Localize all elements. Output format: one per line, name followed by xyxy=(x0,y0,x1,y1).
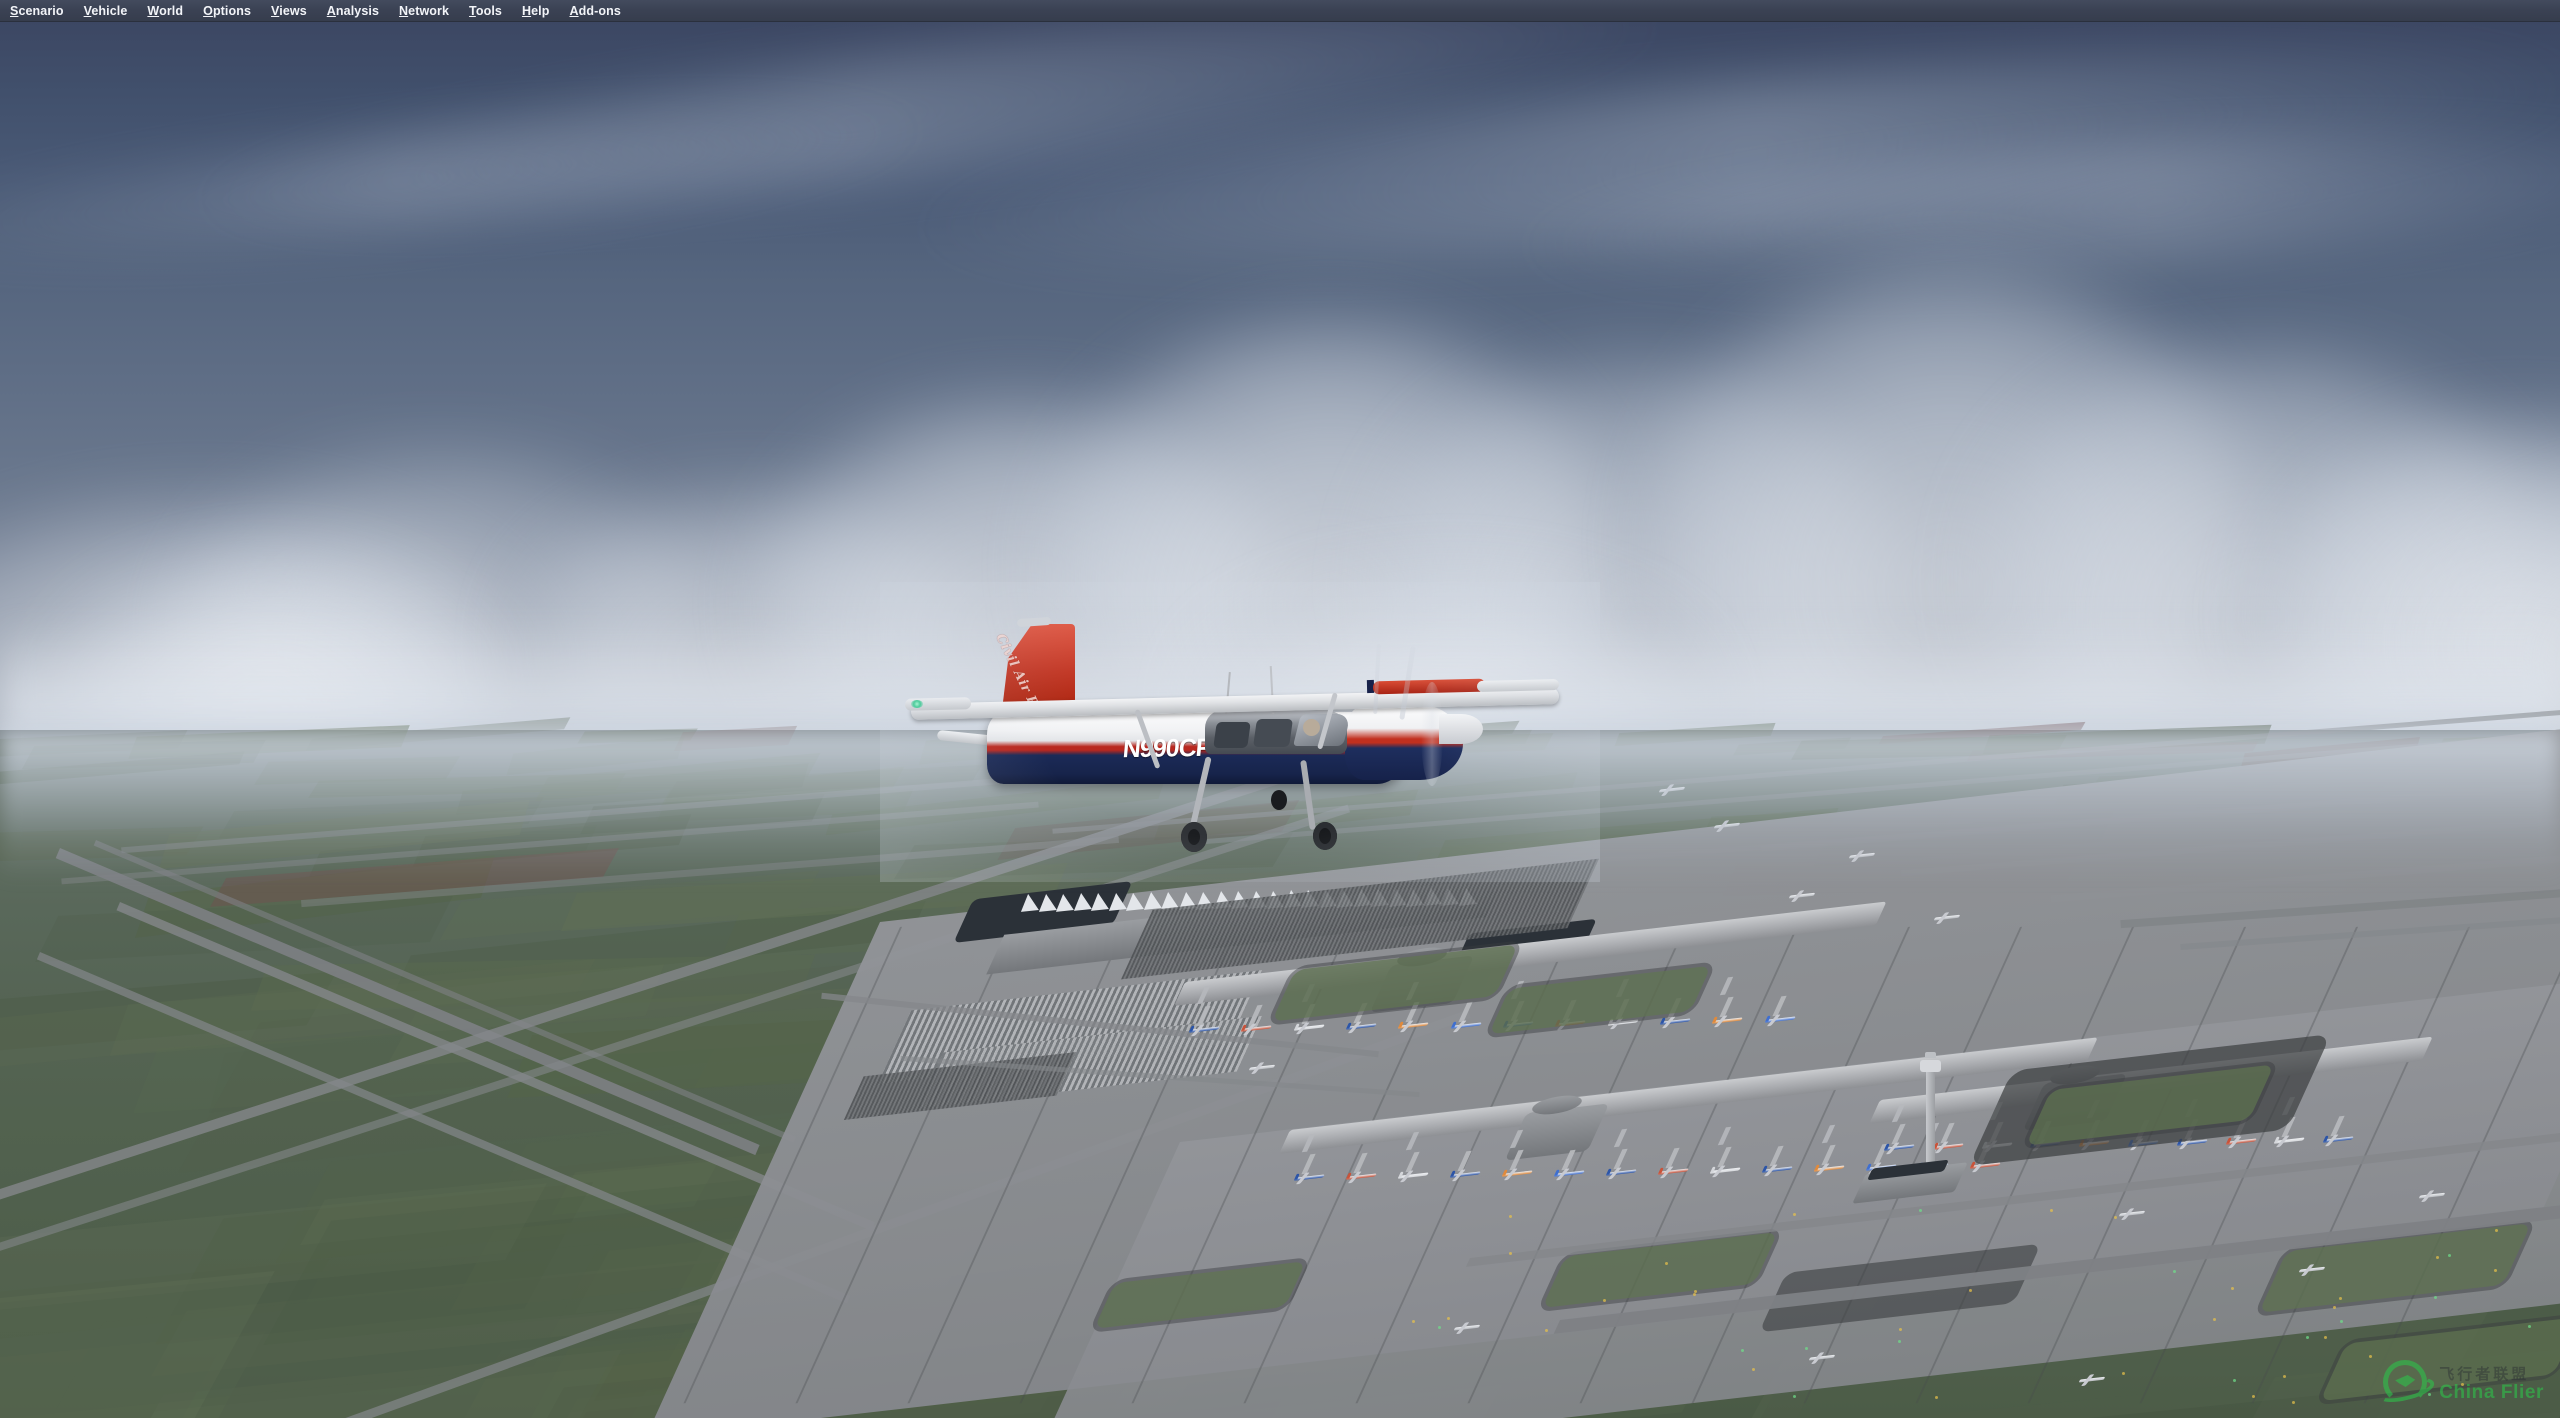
terminal-roof-peak xyxy=(1089,892,1109,911)
taxiway-light xyxy=(2369,1355,2372,1358)
menu-label-world: orld xyxy=(159,4,183,18)
taxiway-light xyxy=(1603,1299,1606,1302)
menu-item-world[interactable]: World xyxy=(137,0,193,22)
taxiway-light xyxy=(1793,1213,1796,1216)
menu-bar: Scenario Vehicle World Options Views Ana… xyxy=(0,0,2560,22)
simulator-window: Scenario Vehicle World Options Views Ana… xyxy=(0,0,2560,1418)
taxiway-light xyxy=(1898,1340,1901,1343)
propeller-spinner xyxy=(1439,714,1483,744)
menu-item-help[interactable]: Help xyxy=(512,0,560,22)
watermark: 飞行者联盟 China Flier xyxy=(2379,1358,2544,1412)
taxiway-light xyxy=(2324,1336,2327,1339)
menu-label-help: elp xyxy=(531,4,549,18)
menu-item-network[interactable]: Network xyxy=(389,0,459,22)
taxiway-light xyxy=(1741,1349,1744,1352)
main-wheel-right xyxy=(1313,822,1337,850)
taxiway-light xyxy=(2436,1256,2439,1259)
china-flier-logo-icon xyxy=(2379,1358,2433,1412)
watermark-english-text: China Flier xyxy=(2439,1383,2544,1403)
cabin-window-front xyxy=(1253,719,1293,747)
menu-item-views[interactable]: Views xyxy=(261,0,317,22)
menu-label-tools: ools xyxy=(476,4,502,18)
menu-bar-filler xyxy=(631,0,2560,22)
navigation-light-icon xyxy=(911,700,923,708)
terminal-roof-peak xyxy=(1124,892,1144,911)
menu-item-addons[interactable]: Add-ons xyxy=(559,0,630,22)
menu-label-scenario: cenario xyxy=(18,4,63,18)
taxiway-light xyxy=(2122,1372,2125,1375)
menu-label-addons: dd-ons xyxy=(579,4,621,18)
main-wheel-left xyxy=(1181,822,1207,852)
menu-label-network: etwork xyxy=(408,4,449,18)
menu-item-vehicle[interactable]: Vehicle xyxy=(74,0,138,22)
cabin-window-rear xyxy=(1213,722,1251,748)
taxiway-light xyxy=(1935,1396,1938,1399)
terminal-roof-peak xyxy=(1019,893,1039,912)
taxiway-light xyxy=(2283,1375,2286,1378)
taxiway-light xyxy=(2448,1254,2451,1257)
taxiway-light xyxy=(2494,1269,2497,1272)
taxiway-light xyxy=(2340,1320,2343,1323)
menu-item-analysis[interactable]: Analysis xyxy=(317,0,389,22)
control-tower-top xyxy=(1925,1052,1936,1058)
taxiway-light xyxy=(2434,1296,2437,1299)
watermark-chinese-text: 飞行者联盟 xyxy=(2439,1367,2544,1383)
taxiway-light xyxy=(1412,1320,1415,1323)
right-wingtip xyxy=(1477,679,1559,692)
pilot-figure xyxy=(1303,719,1320,736)
menu-label-views: iews xyxy=(279,4,307,18)
menu-label-vehicle: ehicle xyxy=(91,4,127,18)
simulation-viewport[interactable]: Civil Air Patrol N990CP 飞行者联盟 China Flie… xyxy=(0,22,2560,1418)
taxiway-light xyxy=(1438,1326,1441,1329)
user-aircraft: Civil Air Patrol N990CP xyxy=(905,600,1565,860)
menu-item-scenario[interactable]: Scenario xyxy=(0,0,74,22)
menu-label-options: ptions xyxy=(213,4,251,18)
control-tower-cab xyxy=(1920,1060,1941,1072)
terminal-roof-peak xyxy=(1054,893,1074,912)
taxiway-light xyxy=(2231,1287,2234,1290)
menu-label-analysis: nalysis xyxy=(336,4,379,18)
taxiway-light xyxy=(2114,1216,2117,1219)
menu-item-options[interactable]: Options xyxy=(193,0,261,22)
nose-wheel xyxy=(1271,790,1287,810)
menu-item-tools[interactable]: Tools xyxy=(459,0,512,22)
